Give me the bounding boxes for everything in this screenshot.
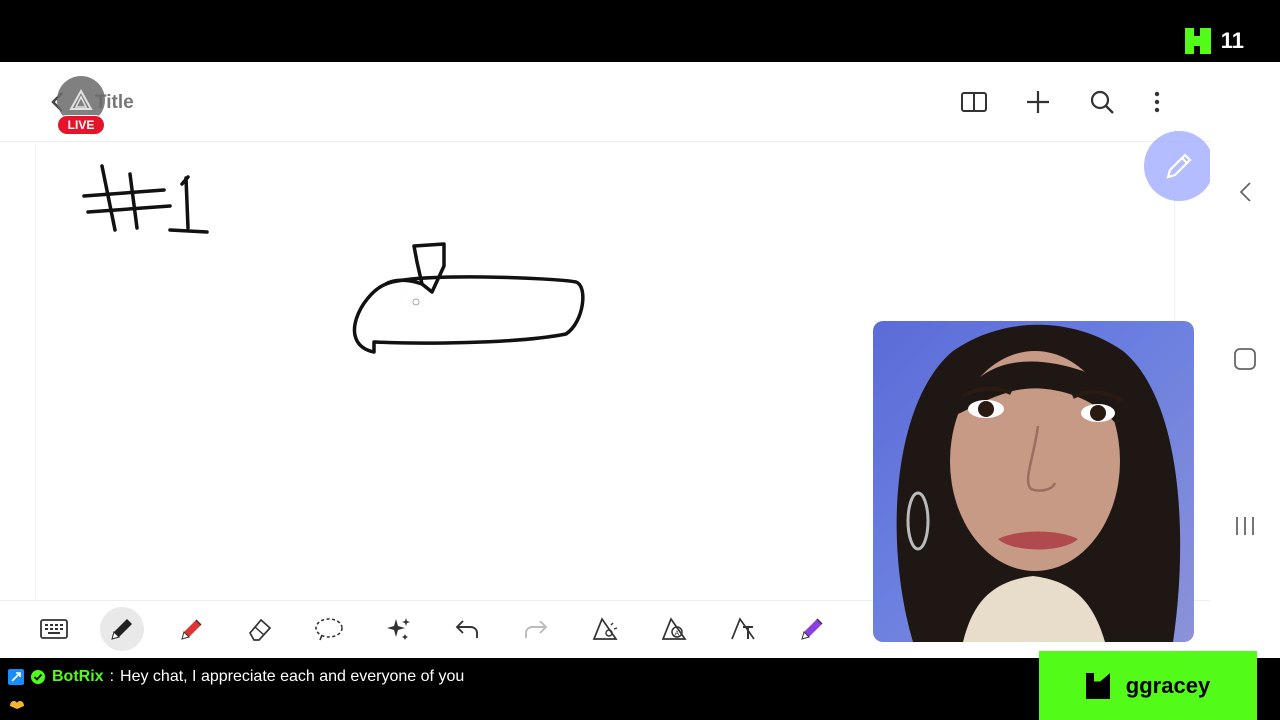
channel-name: ggracey bbox=[1125, 672, 1211, 698]
book-icon[interactable] bbox=[958, 86, 990, 118]
plus-icon[interactable] bbox=[1022, 86, 1054, 118]
heart-hands-emote-icon bbox=[10, 701, 24, 709]
app-header: Title LIVE bbox=[0, 62, 1210, 142]
webcam-feed bbox=[873, 321, 1194, 642]
chat-message: BotRix : Hey chat, I appreciate each and… bbox=[8, 668, 464, 686]
highlighter-icon[interactable] bbox=[169, 607, 213, 651]
chat-separator: : bbox=[109, 668, 115, 685]
bot-badge-icon bbox=[8, 669, 24, 685]
keyboard-icon[interactable] bbox=[32, 607, 76, 651]
nav-back-icon[interactable] bbox=[1230, 177, 1260, 207]
svg-text:A: A bbox=[675, 630, 680, 638]
stream-frame: 11 Title LIVE A BotRix: Hey chat, I app… bbox=[0, 0, 1280, 720]
handwritten-label-drawing bbox=[82, 164, 209, 234]
text-pen-icon[interactable] bbox=[721, 607, 765, 651]
chat-message-text: Hey chat, I appreciate each and everyone… bbox=[120, 668, 465, 685]
pen-icon[interactable] bbox=[100, 607, 144, 651]
submarine-drawing bbox=[352, 242, 585, 354]
live-badge: LIVE bbox=[57, 115, 105, 135]
floating-pen-button[interactable] bbox=[1144, 131, 1214, 201]
kick-logo-icon bbox=[1184, 28, 1211, 54]
eraser-icon[interactable] bbox=[238, 607, 282, 651]
shape-pen-2-icon[interactable]: A bbox=[652, 607, 696, 651]
lasso-icon[interactable] bbox=[307, 607, 351, 651]
channel-brand-box: ggracey bbox=[1039, 651, 1257, 720]
shape-pen-icon[interactable] bbox=[583, 607, 627, 651]
nav-home-icon[interactable] bbox=[1230, 344, 1260, 374]
redo-icon[interactable] bbox=[514, 607, 558, 651]
streamer-face-image bbox=[896, 324, 1181, 642]
chat-overlay: BotRix : Hey chat, I appreciate each and… bbox=[0, 658, 1040, 720]
system-nav-strip bbox=[1210, 62, 1280, 658]
stream-top-bar: 11 bbox=[0, 0, 1280, 62]
marker-purple-icon[interactable] bbox=[790, 607, 834, 651]
nav-recents-icon[interactable] bbox=[1230, 511, 1260, 541]
undo-icon[interactable] bbox=[445, 607, 489, 651]
kick-logo-icon bbox=[1085, 672, 1110, 699]
more-vert-icon[interactable] bbox=[1141, 86, 1173, 118]
search-icon[interactable] bbox=[1086, 86, 1118, 118]
chat-username[interactable]: BotRix bbox=[52, 668, 104, 686]
viewer-count-number: 11 bbox=[1220, 28, 1244, 53]
viewer-count: 11 bbox=[1184, 28, 1244, 54]
verified-badge-icon bbox=[31, 670, 45, 684]
ai-sparkle-icon[interactable] bbox=[376, 607, 420, 651]
